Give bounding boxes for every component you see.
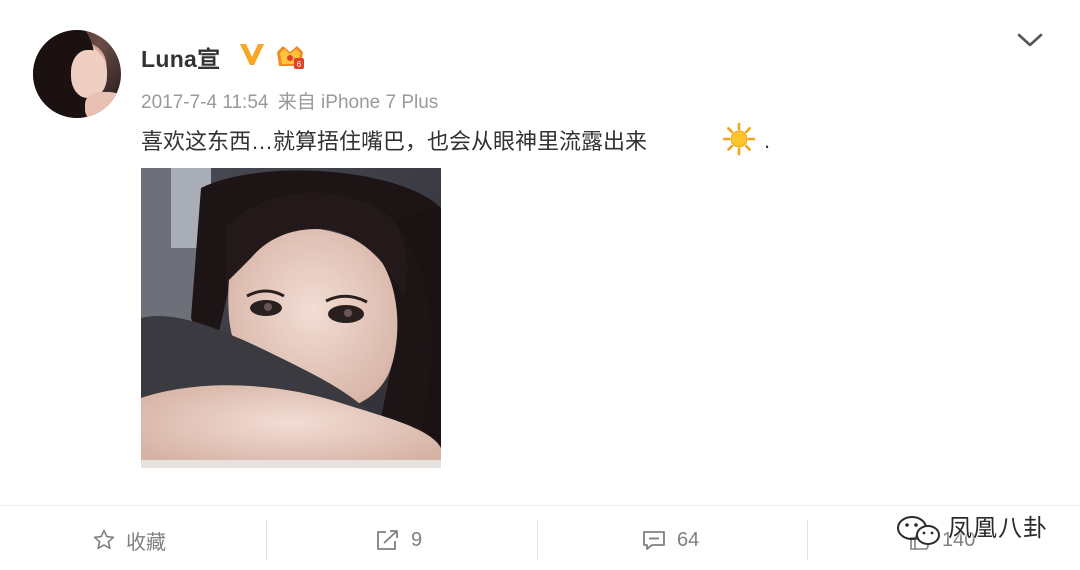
post-photo-art [141,168,441,468]
favorite-label: 收藏 [126,531,166,554]
post-meta: 2017-7-4 11:54 来自 iPhone 7 Plus [141,87,442,114]
svg-text:6: 6 [297,60,302,69]
user-name[interactable]: Luna宣 [141,40,220,74]
sun-emoji-icon [722,122,756,156]
post-source: 来自 iPhone 7 Plus [277,92,439,113]
chevron-down-icon[interactable] [1016,30,1044,50]
action-separator [537,520,538,560]
action-bar-divider [0,505,1080,506]
post-text: 喜欢这东西…就算捂住嘴巴，也会从眼神里流露出来 [141,129,648,154]
comment-icon [643,531,665,550]
avatar[interactable] [33,30,121,118]
avatar-hand-shape [85,92,121,118]
favorite-button[interactable]: 收藏 [92,522,166,558]
post-photo[interactable] [141,168,441,468]
comment-count: 64 [677,528,700,551]
avatar-face-shape [71,50,107,98]
repost-button[interactable]: 9 [375,522,422,558]
post-trailing-dot: . [764,128,771,153]
verified-v-icon[interactable] [238,41,266,67]
repost-count: 9 [411,528,423,551]
repost-icon [377,530,398,550]
star-icon [93,529,115,550]
weibo-post-card: Luna宣 6 2017-7-4 11:54 来自 iPhone 7 Plus … [0,0,1080,570]
watermark-text: 凤凰八卦 [948,515,1048,542]
action-separator [266,520,267,560]
member-crown-icon[interactable]: 6 [274,42,306,70]
comment-button[interactable]: 64 [641,522,699,558]
post-timestamp[interactable]: 2017-7-4 11:54 [141,92,268,113]
action-separator [807,520,808,560]
